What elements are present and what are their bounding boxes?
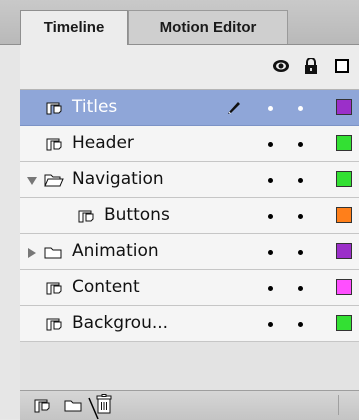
- tab-bar: Timeline Motion Editor: [0, 0, 359, 45]
- eye-icon[interactable]: [272, 59, 290, 78]
- layer-name: Content: [72, 277, 140, 297]
- resize-grip[interactable]: [338, 395, 357, 415]
- layer-row-background[interactable]: Backgrou...: [20, 306, 359, 342]
- layer-row-content[interactable]: Content: [20, 270, 359, 306]
- layer-name: Header: [72, 133, 134, 153]
- lock-dot[interactable]: [298, 106, 303, 111]
- lock-dot[interactable]: [298, 214, 303, 219]
- lock-icon[interactable]: [304, 57, 318, 79]
- layer-row-navigation[interactable]: Navigation: [20, 162, 359, 198]
- outline-color-swatch[interactable]: [336, 135, 352, 151]
- layer-list: Titles Header Navigation Buttons Animati…: [20, 90, 359, 342]
- lock-dot[interactable]: [298, 322, 303, 327]
- timeline-panel: Timeline Motion Editor Titles Header Nav…: [0, 0, 359, 420]
- layer-column-header: [20, 45, 359, 90]
- cursor-line: [88, 397, 99, 420]
- layer-name: Backgrou...: [72, 313, 169, 333]
- layer-icon: [46, 99, 64, 120]
- lock-dot[interactable]: [298, 142, 303, 147]
- layer-name: Titles: [72, 97, 118, 117]
- outline-color-swatch[interactable]: [336, 315, 352, 331]
- layer-list-empty-area: [20, 342, 359, 390]
- lock-dot[interactable]: [298, 178, 303, 183]
- visibility-dot[interactable]: [268, 142, 273, 147]
- layer-row-buttons[interactable]: Buttons: [20, 198, 359, 234]
- left-gutter: [0, 45, 20, 419]
- visibility-dot[interactable]: [268, 178, 273, 183]
- visibility-dot[interactable]: [268, 322, 273, 327]
- tab-timeline[interactable]: Timeline: [20, 10, 128, 45]
- tab-motion-editor[interactable]: Motion Editor: [128, 10, 288, 44]
- outline-icon[interactable]: [335, 59, 349, 73]
- outline-color-swatch[interactable]: [336, 99, 352, 115]
- visibility-dot[interactable]: [268, 106, 273, 111]
- layer-name: Animation: [72, 241, 159, 261]
- lock-dot[interactable]: [298, 286, 303, 291]
- new-folder-icon[interactable]: [64, 397, 84, 420]
- visibility-dot[interactable]: [268, 286, 273, 291]
- layer-row-titles[interactable]: Titles: [20, 90, 359, 126]
- pencil-icon: [226, 99, 242, 120]
- outline-color-swatch[interactable]: [336, 243, 352, 259]
- layer-icon: [78, 207, 96, 228]
- visibility-dot[interactable]: [268, 214, 273, 219]
- layer-row-animation[interactable]: Animation: [20, 234, 359, 270]
- expand-triangle-icon[interactable]: [26, 174, 38, 192]
- layer-row-header[interactable]: Header: [20, 126, 359, 162]
- new-layer-icon[interactable]: [34, 397, 52, 418]
- layer-icon: [46, 315, 64, 336]
- layer-name: Buttons: [104, 205, 170, 225]
- lock-dot[interactable]: [298, 250, 303, 255]
- layer-name: Navigation: [72, 169, 164, 189]
- folder-icon: [44, 244, 64, 265]
- layer-toolbar: [20, 390, 359, 420]
- collapse-triangle-icon[interactable]: [26, 246, 38, 264]
- open-folder-icon: [44, 172, 64, 193]
- outline-color-swatch[interactable]: [336, 171, 352, 187]
- layer-icon: [46, 135, 64, 156]
- layer-icon: [46, 279, 64, 300]
- outline-color-swatch[interactable]: [336, 207, 352, 223]
- outline-color-swatch[interactable]: [336, 279, 352, 295]
- visibility-dot[interactable]: [268, 250, 273, 255]
